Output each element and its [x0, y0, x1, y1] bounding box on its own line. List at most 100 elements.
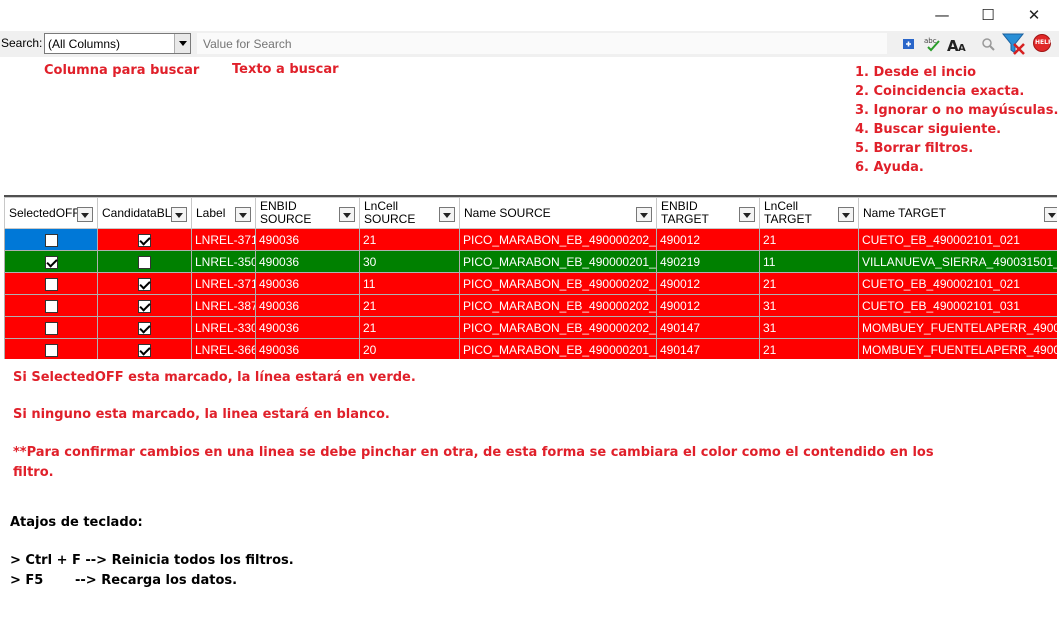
candidatabl-checkbox[interactable] — [138, 321, 151, 335]
lncell-target-cell[interactable]: 31 — [759, 294, 859, 317]
candidatabl-cell[interactable] — [97, 338, 192, 359]
enbid-target-cell[interactable]: 490012 — [656, 294, 760, 317]
table-row[interactable]: LNREL-387 490036 21 PICO_MARABON_EB_4900002… — [4, 294, 1057, 317]
label-cell[interactable]: LNREL-371 — [191, 228, 256, 251]
selectedoff-checkbox[interactable] — [44, 321, 58, 335]
candidatabl-cell[interactable] — [97, 250, 192, 273]
column-header[interactable]: CandidataBL — [97, 197, 192, 229]
new-icon[interactable] — [902, 34, 916, 54]
enbid-source-cell[interactable]: 490036 — [255, 338, 360, 359]
filter-dropdown-icon[interactable] — [339, 207, 355, 222]
table-row[interactable]: LNREL-330 490036 21 PICO_MARABON_EB_4900002… — [4, 316, 1057, 339]
enbid-target-cell[interactable]: 490219 — [656, 250, 760, 273]
filter-dropdown-icon[interactable] — [171, 207, 187, 222]
lncell-target-cell[interactable]: 21 — [759, 338, 859, 359]
lncell-source-cell[interactable]: 21 — [359, 316, 460, 339]
name-target-cell[interactable]: CUETO_EB_490002101_021 — [858, 272, 1057, 295]
spellcheck-icon[interactable]: abc — [923, 34, 943, 54]
find-icon[interactable] — [981, 34, 997, 54]
selectedoff-cell[interactable] — [4, 228, 98, 251]
selectedoff-checkbox[interactable] — [44, 277, 58, 291]
label-cell[interactable]: LNREL-350 — [191, 250, 256, 273]
column-header[interactable]: Name TARGET — [858, 197, 1057, 229]
filter-dropdown-icon[interactable] — [636, 207, 652, 222]
name-target-cell[interactable]: MOMBUEY_FUENTELAPERR_4900125 — [858, 316, 1057, 339]
candidatabl-cell[interactable] — [97, 316, 192, 339]
enbid-source-cell[interactable]: 490036 — [255, 272, 360, 295]
enbid-target-cell[interactable]: 490147 — [656, 338, 760, 359]
close-button[interactable]: ✕ — [1011, 3, 1057, 27]
candidatabl-checkbox[interactable] — [138, 299, 151, 313]
name-source-cell[interactable]: PICO_MARABON_EB_490000202_011 — [459, 272, 657, 295]
clear-filter-icon[interactable] — [1001, 31, 1027, 55]
column-header[interactable]: LnCell TARGET — [759, 197, 859, 229]
enbid-source-cell[interactable]: 490036 — [255, 316, 360, 339]
name-source-cell[interactable]: PICO_MARABON_EB_490000202_021 — [459, 228, 657, 251]
table-row[interactable]: LNREL-366 490036 20 PICO_MARABON_EB_4900002… — [4, 338, 1057, 359]
label-cell[interactable]: LNREL-366 — [191, 338, 256, 359]
column-header[interactable]: LnCell SOURCE — [359, 197, 460, 229]
enbid-source-cell[interactable]: 490036 — [255, 250, 360, 273]
filter-dropdown-icon[interactable] — [739, 207, 755, 222]
lncell-target-cell[interactable]: 21 — [759, 272, 859, 295]
lncell-source-cell[interactable]: 30 — [359, 250, 460, 273]
selectedoff-checkbox[interactable] — [44, 255, 58, 269]
selectedoff-cell[interactable] — [4, 338, 98, 359]
lncell-source-cell[interactable]: 11 — [359, 272, 460, 295]
search-input[interactable] — [197, 33, 887, 54]
label-cell[interactable]: LNREL-387 — [191, 294, 256, 317]
name-source-cell[interactable]: PICO_MARABON_EB_490000202_021 — [459, 316, 657, 339]
lncell-source-cell[interactable]: 21 — [359, 294, 460, 317]
label-cell[interactable]: LNREL-371 — [191, 272, 256, 295]
filter-dropdown-icon[interactable] — [77, 207, 93, 222]
filter-dropdown-icon[interactable] — [235, 207, 251, 222]
column-header[interactable]: SelectedOFF — [4, 197, 98, 229]
filter-dropdown-icon[interactable] — [1044, 207, 1057, 222]
candidatabl-checkbox[interactable] — [138, 277, 151, 291]
label-cell[interactable]: LNREL-330 — [191, 316, 256, 339]
help-icon[interactable]: HELP — [1032, 33, 1052, 53]
column-header[interactable]: ENBID TARGET — [656, 197, 760, 229]
table-row[interactable]: LNREL-350 490036 30 PICO_MARABON_EB_4900002… — [4, 250, 1057, 273]
search-column-select[interactable]: (All Columns) — [44, 33, 191, 54]
maximize-button[interactable]: ☐ — [965, 3, 1011, 27]
lncell-target-cell[interactable]: 11 — [759, 250, 859, 273]
minimize-button[interactable]: — — [919, 3, 965, 27]
table-row[interactable]: LNREL-371 490036 21 PICO_MARABON_EB_4900002… — [4, 228, 1057, 251]
column-header[interactable]: Label — [191, 197, 256, 229]
column-header[interactable]: ENBID SOURCE — [255, 197, 360, 229]
name-target-cell[interactable]: CUETO_EB_490002101_021 — [858, 228, 1057, 251]
name-target-cell[interactable]: MOMBUEY_FUENTELAPERR_4900125 — [858, 338, 1057, 359]
candidatabl-checkbox[interactable] — [138, 255, 151, 269]
selectedoff-cell[interactable] — [4, 316, 98, 339]
name-source-cell[interactable]: PICO_MARABON_EB_490000201_030 — [459, 250, 657, 273]
filter-dropdown-icon[interactable] — [439, 207, 455, 222]
font-size-icon[interactable]: AA — [946, 34, 968, 55]
candidatabl-cell[interactable] — [97, 294, 192, 317]
selectedoff-checkbox[interactable] — [44, 343, 58, 357]
table-row[interactable]: LNREL-371 490036 11 PICO_MARABON_EB_4900002… — [4, 272, 1057, 295]
enbid-target-cell[interactable]: 490012 — [656, 228, 760, 251]
filter-dropdown-icon[interactable] — [838, 207, 854, 222]
name-source-cell[interactable]: PICO_MARABON_EB_490000201_020 — [459, 338, 657, 359]
enbid-target-cell[interactable]: 490147 — [656, 316, 760, 339]
column-header[interactable]: Name SOURCE — [459, 197, 657, 229]
lncell-source-cell[interactable]: 21 — [359, 228, 460, 251]
selectedoff-checkbox[interactable] — [44, 299, 58, 313]
selectedoff-cell[interactable] — [4, 250, 98, 273]
name-target-cell[interactable]: CUETO_EB_490002101_031 — [858, 294, 1057, 317]
chevron-down-icon[interactable] — [174, 34, 190, 53]
name-source-cell[interactable]: PICO_MARABON_EB_490000202_021 — [459, 294, 657, 317]
candidatabl-cell[interactable] — [97, 228, 192, 251]
selectedoff-cell[interactable] — [4, 294, 98, 317]
name-target-cell[interactable]: VILLANUEVA_SIERRA_490031501_011 — [858, 250, 1057, 273]
candidatabl-cell[interactable] — [97, 272, 192, 295]
lncell-target-cell[interactable]: 21 — [759, 228, 859, 251]
selectedoff-cell[interactable] — [4, 272, 98, 295]
selectedoff-checkbox[interactable] — [44, 233, 58, 247]
candidatabl-checkbox[interactable] — [138, 233, 151, 247]
lncell-target-cell[interactable]: 31 — [759, 316, 859, 339]
candidatabl-checkbox[interactable] — [138, 343, 151, 357]
lncell-source-cell[interactable]: 20 — [359, 338, 460, 359]
enbid-target-cell[interactable]: 490012 — [656, 272, 760, 295]
